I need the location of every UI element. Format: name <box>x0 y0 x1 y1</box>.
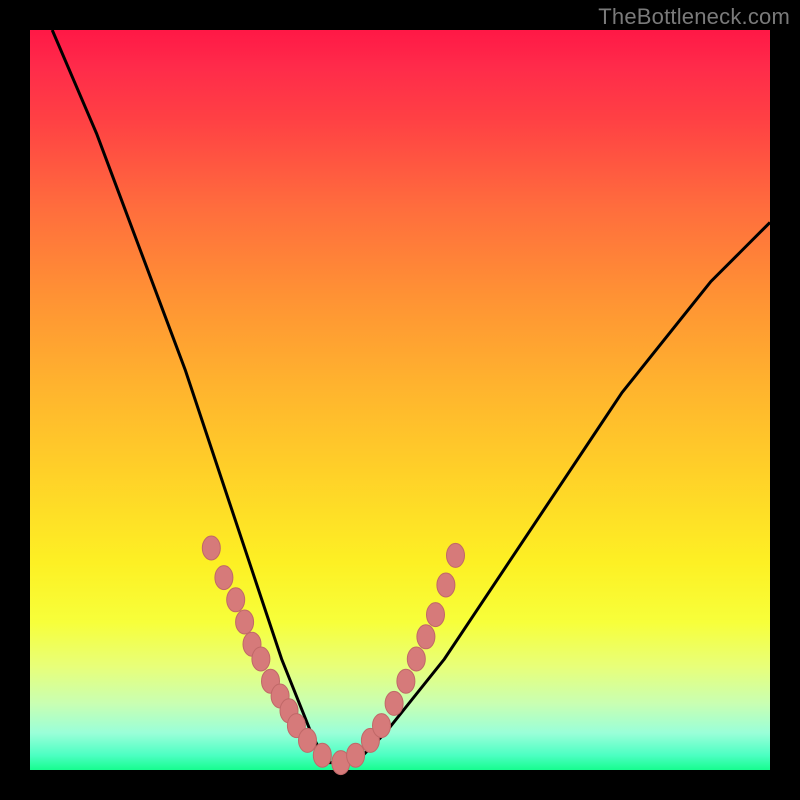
sample-dot <box>407 647 425 671</box>
sample-dots-group <box>202 536 464 775</box>
sample-dot <box>299 728 317 752</box>
sample-dot <box>447 543 465 567</box>
sample-dot <box>347 743 365 767</box>
sample-dot <box>397 669 415 693</box>
sample-dot <box>236 610 254 634</box>
sample-dot <box>202 536 220 560</box>
curve-svg <box>30 30 770 770</box>
sample-dot <box>437 573 455 597</box>
watermark-text: TheBottleneck.com <box>598 4 790 30</box>
plot-area <box>30 30 770 770</box>
chart-frame: TheBottleneck.com <box>0 0 800 800</box>
sample-dot <box>417 625 435 649</box>
sample-dot <box>227 588 245 612</box>
sample-dot <box>252 647 270 671</box>
sample-dot <box>385 691 403 715</box>
sample-dot <box>427 603 445 627</box>
sample-dot <box>313 743 331 767</box>
sample-dot <box>215 566 233 590</box>
sample-dot <box>373 714 391 738</box>
